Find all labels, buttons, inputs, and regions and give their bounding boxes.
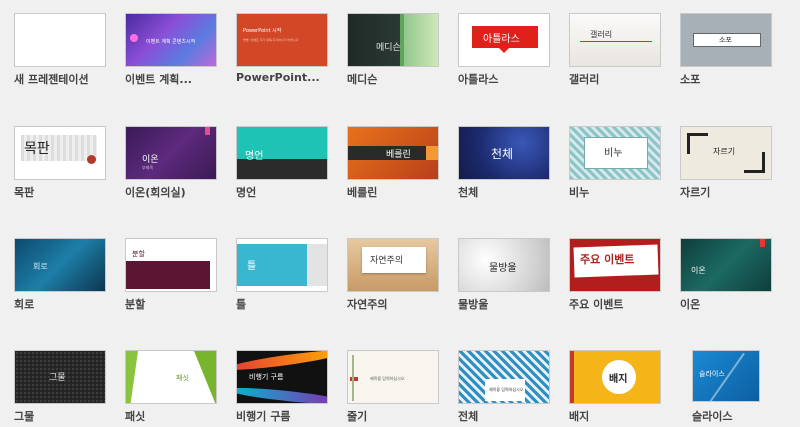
theme-tile-dividend[interactable]: 제목을 입력하십시오 bbox=[458, 350, 550, 404]
theme-label: 명언 bbox=[236, 186, 257, 199]
theme-label: 패싯 bbox=[125, 410, 146, 423]
theme-label: 베를린 bbox=[347, 186, 378, 199]
thumb-title: 비누 bbox=[604, 148, 623, 159]
theme-tile-frame[interactable]: 틀 bbox=[236, 238, 328, 292]
thumb-title: PowerPoint 시작 bbox=[243, 28, 282, 34]
theme-label: 천체 bbox=[458, 186, 479, 199]
thumb-subtitle: 부제목 bbox=[142, 165, 154, 170]
theme-label: 이온 bbox=[680, 298, 701, 311]
theme-label: 메디슨 bbox=[347, 73, 378, 86]
theme-label: 소포 bbox=[680, 73, 701, 86]
theme-tile-atlas[interactable]: 아틀라스 bbox=[458, 13, 550, 67]
thumb-title: 자연주의 bbox=[370, 256, 404, 266]
theme-label: 자르기 bbox=[680, 186, 711, 199]
theme-tile-facet[interactable]: 패싯 bbox=[125, 350, 217, 404]
theme-tile-celestial[interactable]: 천체 bbox=[458, 126, 550, 180]
theme-tile-madison[interactable]: 메디슨 bbox=[347, 13, 439, 67]
theme-tile-vapor-trail[interactable]: 비행기 구름 bbox=[236, 350, 328, 404]
thumb-title: 메디슨 bbox=[376, 43, 401, 53]
theme-tile-circuit[interactable]: 회로 bbox=[14, 238, 106, 292]
theme-label: 자연주의 bbox=[347, 298, 388, 311]
theme-tile-crop[interactable]: 자르기 bbox=[680, 126, 772, 180]
theme-label: 그물 bbox=[14, 410, 35, 423]
theme-tile-wisp[interactable]: 제목을 입력하십시오 bbox=[347, 350, 439, 404]
thumb-title: 이온 bbox=[691, 266, 706, 275]
theme-label: 물방울 bbox=[458, 298, 489, 311]
theme-label: 이벤트 계획... bbox=[125, 73, 192, 86]
theme-label: 아틀라스 bbox=[458, 73, 499, 86]
thumb-title: 제목을 입력하십시오 bbox=[370, 376, 405, 381]
theme-label: 비누 bbox=[569, 186, 590, 199]
theme-label: 이온(회의실) bbox=[125, 186, 186, 199]
theme-label: 갤러리 bbox=[569, 73, 600, 86]
thumb-title: 비행기 구름 bbox=[249, 373, 284, 381]
sparkle-decoration bbox=[130, 34, 138, 42]
theme-tile-main-event[interactable]: 주요 이벤트 bbox=[569, 238, 661, 292]
theme-label: PowerPoint... bbox=[236, 71, 320, 84]
theme-label: 분할 bbox=[125, 298, 146, 311]
theme-tile-berlin[interactable]: 베를린 bbox=[347, 126, 439, 180]
theme-tile-badge[interactable]: 배지 bbox=[569, 350, 661, 404]
theme-label: 주요 이벤트 bbox=[569, 298, 624, 311]
thumb-title: 갤러리 bbox=[590, 30, 613, 39]
theme-label: 배지 bbox=[569, 410, 590, 423]
theme-tile-quotable[interactable]: 명언 bbox=[236, 126, 328, 180]
theme-label: 틀 bbox=[236, 298, 247, 311]
theme-label: 목판 bbox=[14, 186, 35, 199]
thumb-title: 틀 bbox=[247, 261, 257, 272]
thumb-title: 자르기 bbox=[713, 147, 736, 156]
theme-label: 슬라이스 bbox=[692, 410, 733, 423]
thumb-title: 이벤트 계획 콘텐츠시작 bbox=[146, 39, 196, 45]
theme-gallery: 새 프레젠테이션 이벤트 계획 콘텐츠시작 이벤트 계획... PowerPoi… bbox=[14, 13, 800, 427]
theme-tile-slice[interactable]: 슬라이스 bbox=[692, 350, 760, 402]
thumb-title: 분할 bbox=[132, 250, 145, 258]
thumb-title: 소포 bbox=[719, 36, 732, 44]
thumb-title: 베를린 bbox=[386, 150, 411, 160]
thumb-title: 목판 bbox=[24, 141, 50, 157]
thumb-title: 패싯 bbox=[176, 374, 189, 382]
thumb-title: 슬라이스 bbox=[699, 370, 725, 378]
theme-label: 줄기 bbox=[347, 410, 368, 423]
thumb-title: 아틀라스 bbox=[483, 34, 520, 45]
thumb-title: 주요 이벤트 bbox=[580, 253, 635, 266]
thumb-title: 명언 bbox=[245, 151, 264, 162]
theme-tile-event-plan[interactable]: 이벤트 계획 콘텐츠시작 bbox=[125, 13, 217, 67]
theme-tile-gallery[interactable]: 갤러리 bbox=[569, 13, 661, 67]
theme-label: 회로 bbox=[14, 298, 35, 311]
thumb-title: 이온 bbox=[142, 155, 159, 165]
thumb-title: 그물 bbox=[49, 373, 66, 383]
thumb-title: 제목을 입력하십시오 bbox=[489, 387, 524, 392]
theme-label: 전체 bbox=[458, 410, 479, 423]
thumb-title: 물방울 bbox=[489, 263, 517, 274]
theme-tile-woodtype[interactable]: 목판 bbox=[14, 126, 106, 180]
seal-decoration bbox=[87, 155, 96, 164]
thumb-subtitle: 방법: 이벤트 추가 항목 추가하시기 바랍니다 bbox=[243, 38, 299, 42]
theme-tile-blank[interactable] bbox=[14, 13, 106, 67]
theme-tile-savon[interactable]: 비누 bbox=[569, 126, 661, 180]
theme-tile-divided[interactable]: 분할 bbox=[125, 238, 217, 292]
theme-tile-ion[interactable]: 이온 bbox=[680, 238, 772, 292]
thumb-title: 회로 bbox=[33, 262, 48, 271]
theme-tile-droplet[interactable]: 물방울 bbox=[458, 238, 550, 292]
theme-label: 비행기 구름 bbox=[236, 410, 291, 423]
theme-tile-mesh[interactable]: 그물 bbox=[14, 350, 106, 404]
thumb-title: 배지 bbox=[609, 374, 628, 385]
theme-tile-parcel[interactable]: 소포 bbox=[680, 13, 772, 67]
thumb-title: 천체 bbox=[491, 147, 514, 161]
theme-tile-ion-boardroom[interactable]: 이온 부제목 bbox=[125, 126, 217, 180]
theme-tile-powerpoint-start[interactable]: PowerPoint 시작 방법: 이벤트 추가 항목 추가하시기 바랍니다 bbox=[236, 13, 328, 67]
theme-tile-organic[interactable]: 자연주의 bbox=[347, 238, 439, 292]
theme-label: 새 프레젠테이션 bbox=[14, 73, 89, 86]
